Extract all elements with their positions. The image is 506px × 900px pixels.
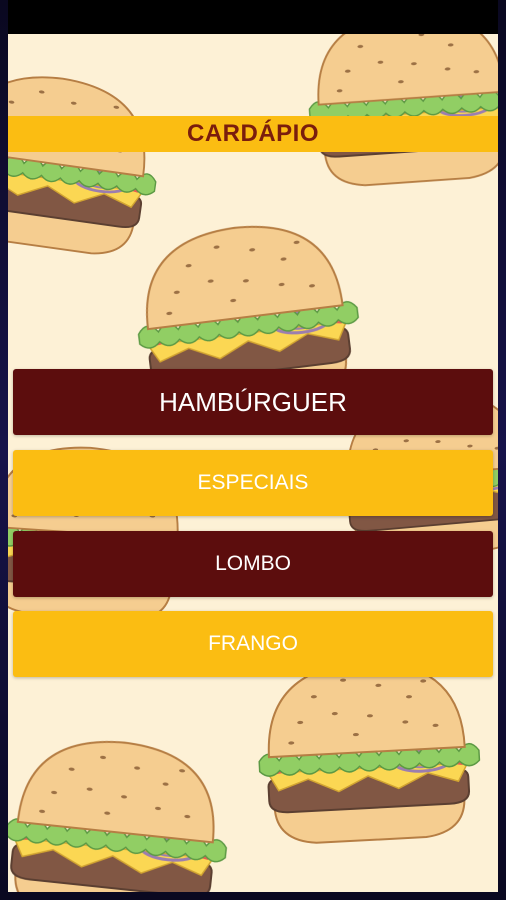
title-bar: CARDÁPIO <box>8 116 498 152</box>
app-screen: CARDÁPIO HAMBÚRGUER ESPECIAIS LOMBO FRAN… <box>8 34 498 892</box>
menu-button-lombo[interactable]: LOMBO <box>13 531 493 597</box>
menu-button-especiais[interactable]: ESPECIAIS <box>13 450 493 516</box>
status-bar <box>8 0 498 34</box>
menu-button-frango[interactable]: FRANGO <box>13 611 493 677</box>
page-title: CARDÁPIO <box>186 120 319 147</box>
menu-button-hamburguer[interactable]: HAMBÚRGUER <box>13 369 493 435</box>
